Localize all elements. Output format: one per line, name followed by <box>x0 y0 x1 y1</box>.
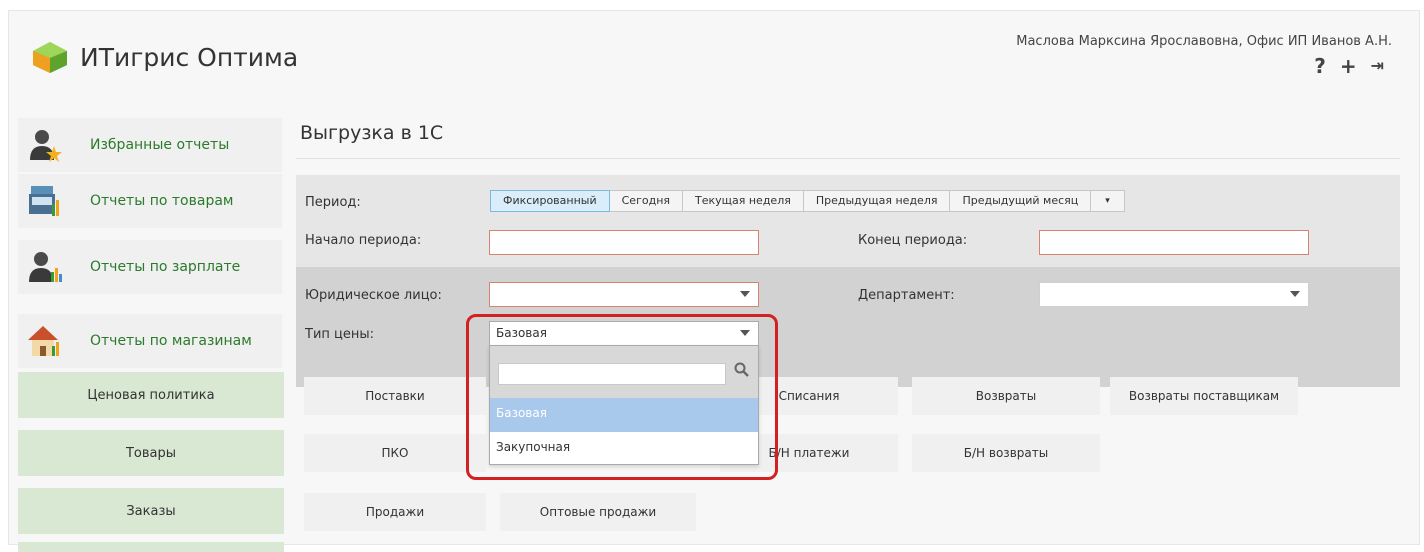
legal-entity-select[interactable] <box>489 282 759 307</box>
period-fixed-button[interactable]: Фиксированный <box>490 190 610 212</box>
sidebar-item-products[interactable]: Товары <box>18 430 284 476</box>
help-icon[interactable]: ? <box>1314 54 1326 78</box>
sidebar-item-label: Отчеты по магазинам <box>90 333 252 349</box>
sidebar-item-favorite-reports[interactable]: Избранные отчеты <box>18 118 282 172</box>
deliveries-button[interactable]: Поставки <box>304 377 486 415</box>
chevron-down-icon <box>740 291 750 297</box>
add-icon[interactable]: + <box>1340 54 1357 78</box>
department-select[interactable] <box>1039 282 1309 307</box>
legal-entity-label: Юридическое лицо: <box>305 288 442 303</box>
user-star-icon <box>28 128 62 162</box>
sidebar-item-label: Отчеты по зарплате <box>90 259 241 275</box>
logout-icon[interactable]: ⇥ <box>1371 54 1384 78</box>
period-today-button[interactable]: Сегодня <box>609 190 683 212</box>
sales-button[interactable]: Продажи <box>304 493 486 531</box>
sidebar-item-store-reports[interactable]: Отчеты по магазинам <box>18 314 282 368</box>
logo-icon <box>30 40 70 74</box>
sidebar-item-label: Избранные отчеты <box>90 137 230 153</box>
supplier-returns-button[interactable]: Возвраты поставщикам <box>1110 377 1298 415</box>
app-title: ИТигрис Оптима <box>80 42 299 72</box>
end-period-label: Конец периода: <box>858 233 968 248</box>
sidebar-item-price-policy[interactable]: Ценовая политика <box>18 372 284 418</box>
period-previous-month-button[interactable]: Предыдущий месяц <box>950 190 1092 212</box>
start-period-label: Начало периода: <box>305 233 422 248</box>
title-divider <box>296 158 1400 159</box>
pko-button[interactable]: ПКО <box>304 434 486 472</box>
sidebar-item-salary-reports[interactable]: Отчеты по зарплате <box>18 240 282 294</box>
register-chart-icon <box>28 184 62 218</box>
end-period-input[interactable] <box>1039 230 1309 255</box>
sidebar-item-product-reports[interactable]: Отчеты по товарам <box>18 174 282 228</box>
price-type-label: Тип цены: <box>305 327 375 342</box>
house-chart-icon <box>28 324 62 358</box>
period-more-button[interactable]: ▾ <box>1091 190 1125 212</box>
period-selector: Фиксированный Сегодня Текущая неделя Пре… <box>490 190 1125 212</box>
page-title: Выгрузка в 1С <box>300 122 444 144</box>
sidebar-item-orders[interactable]: Заказы <box>18 488 284 534</box>
wholesale-sales-button[interactable]: Оптовые продажи <box>500 493 696 531</box>
app-logo[interactable]: ИТигрис Оптима <box>30 40 298 74</box>
header-actions: ? + ⇥ <box>1314 54 1384 78</box>
sidebar-item-more[interactable] <box>18 542 284 552</box>
annotation-highlight <box>466 314 778 480</box>
user-chart-icon <box>28 250 62 284</box>
period-current-week-button[interactable]: Текущая неделя <box>683 190 804 212</box>
department-label: Департамент: <box>858 288 955 303</box>
sidebar-item-label: Отчеты по товарам <box>90 193 234 209</box>
user-info[interactable]: Маслова Марксина Ярославовна, Офис ИП Ив… <box>1016 34 1392 49</box>
period-label: Период: <box>305 195 361 210</box>
cashless-returns-button[interactable]: Б/Н возвраты <box>912 434 1100 472</box>
period-previous-week-button[interactable]: Предыдущая неделя <box>803 190 951 212</box>
chevron-down-icon <box>1290 291 1300 297</box>
start-period-input[interactable] <box>489 230 759 255</box>
returns-button[interactable]: Возвраты <box>912 377 1100 415</box>
